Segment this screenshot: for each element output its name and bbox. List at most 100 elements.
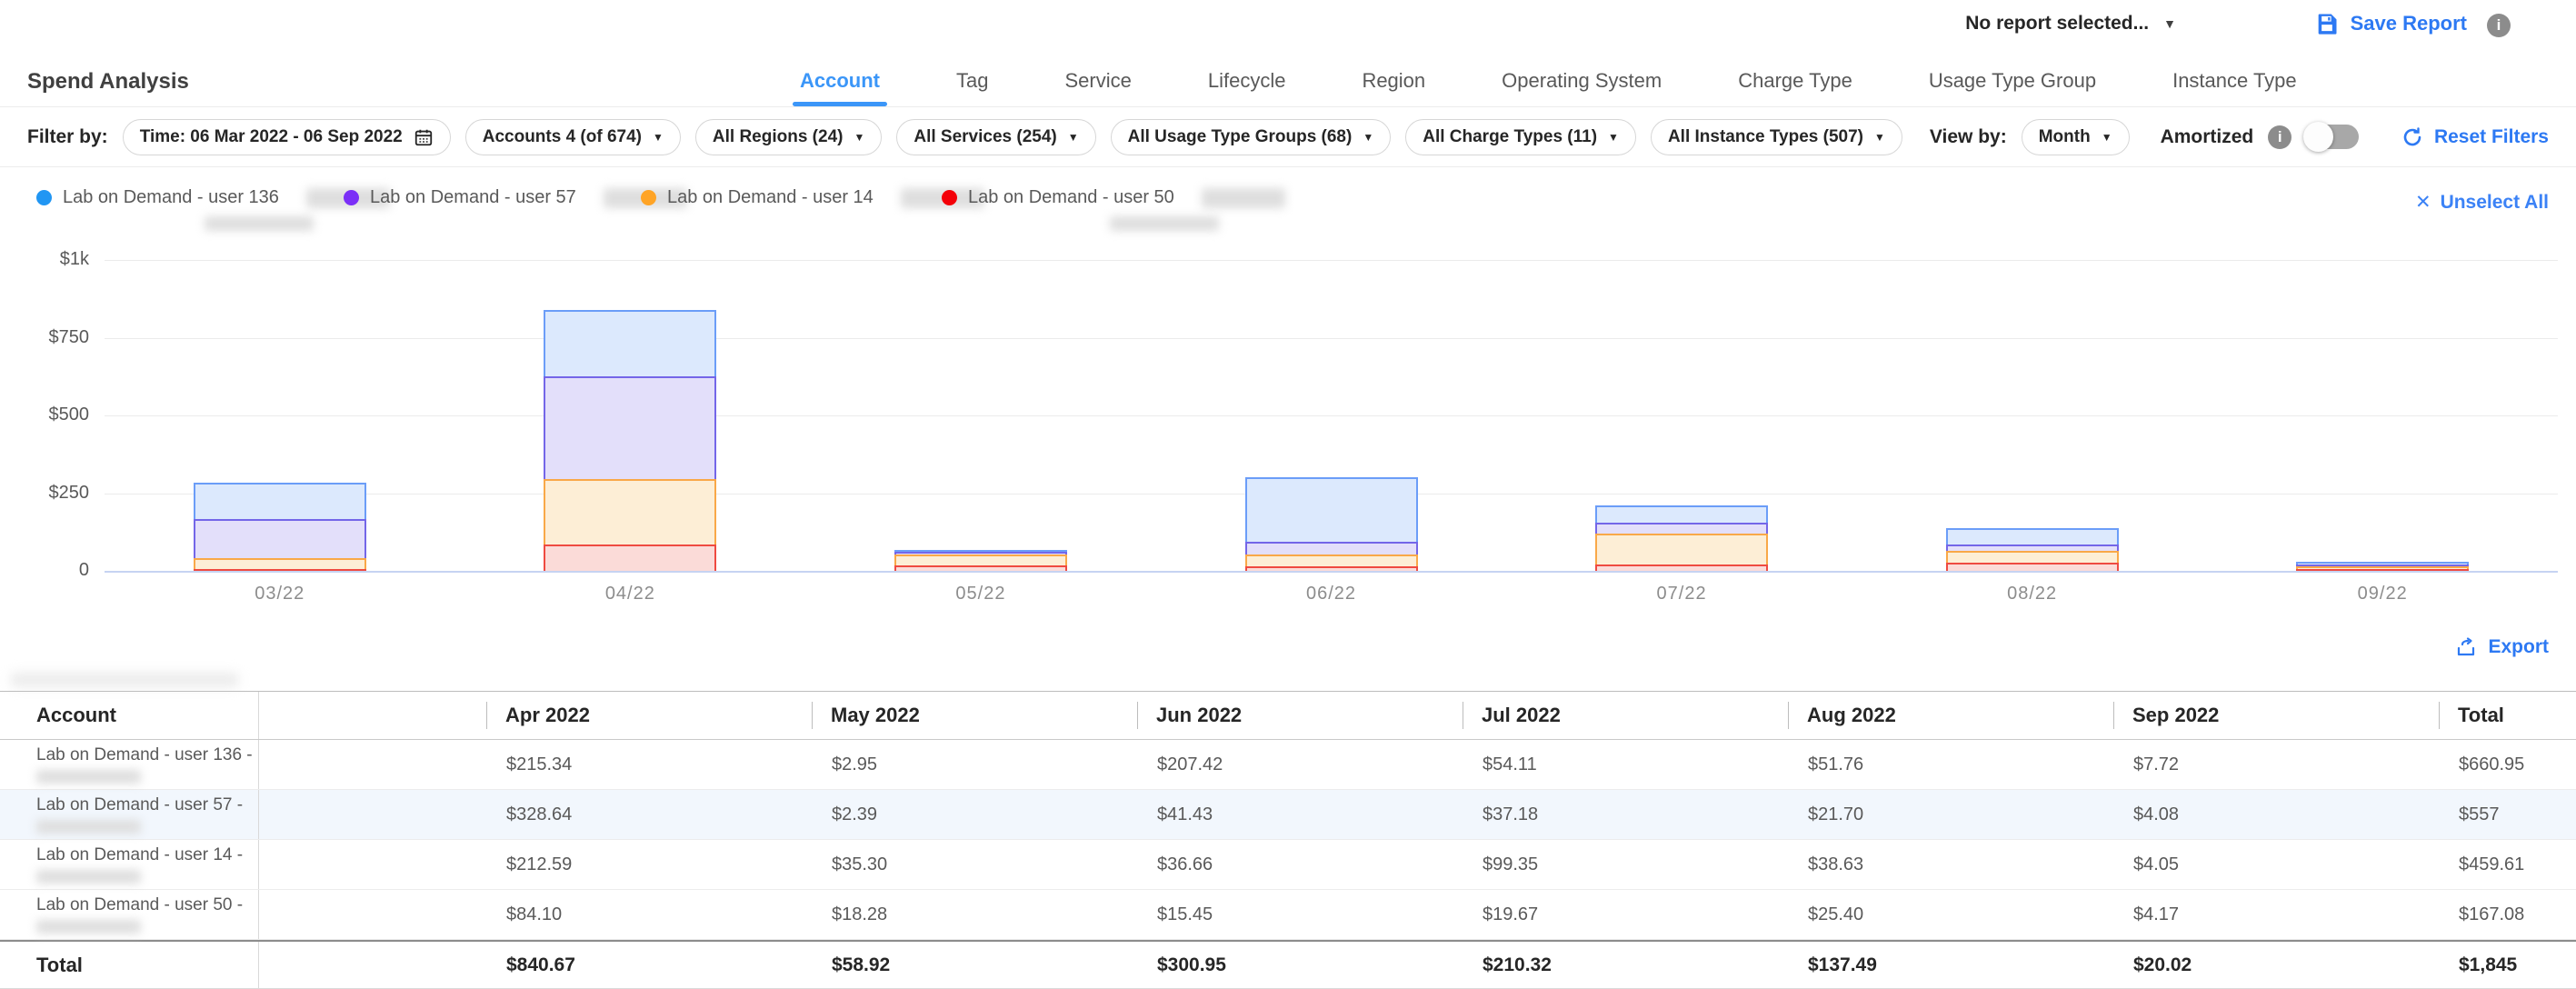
column-header: Total <box>2439 702 2576 729</box>
bar-segment[interactable] <box>544 310 716 377</box>
unselect-all-button[interactable]: ✕ Unselect All <box>2415 191 2549 214</box>
table-cell: $459.61 <box>2439 854 2576 875</box>
legend-color-dot <box>641 190 656 205</box>
filter-chip[interactable]: Accounts 4 (of 674) ▼ <box>465 119 681 155</box>
redacted-text <box>36 920 141 934</box>
save-icon <box>2314 11 2340 36</box>
table-cell: $328.64 <box>486 804 812 825</box>
filter-by-label: Filter by: <box>27 126 108 148</box>
table-cell: $25.40 <box>1788 904 2113 925</box>
table-cell: $212.59 <box>486 854 812 875</box>
report-selector-dropdown[interactable]: No report selected... ▼ <box>1965 13 2176 35</box>
filter-chip[interactable]: All Charge Types (11) ▼ <box>1405 119 1636 155</box>
bar-segment[interactable] <box>1245 477 1418 542</box>
bar-segment[interactable] <box>1245 554 1418 566</box>
chevron-down-icon: ▼ <box>2163 16 2176 31</box>
table-cell: $557 <box>2439 804 2576 825</box>
y-axis-tick: $500 <box>18 405 89 425</box>
legend-item[interactable]: Lab on Demand - user 136 <box>36 187 390 208</box>
bar-segment[interactable] <box>1245 542 1418 554</box>
reset-filters-button[interactable]: Reset Filters <box>2401 126 2549 148</box>
column-header: Jul 2022 <box>1463 702 1788 729</box>
tab-operating-system[interactable]: Operating System <box>1502 55 1662 106</box>
title-row: Spend Analysis Account Tag Service Lifecycl… <box>0 55 2576 107</box>
bar-segment[interactable] <box>1946 563 2119 571</box>
tab-region[interactable]: Region <box>1362 55 1425 106</box>
filter-chip[interactable]: All Services (254) ▼ <box>896 119 1095 155</box>
x-axis-tick: 05/22 <box>917 584 1044 604</box>
table-cell: $18.28 <box>812 904 1137 925</box>
export-button[interactable]: Export <box>2455 636 2549 658</box>
chevron-down-icon: ▼ <box>1874 131 1885 144</box>
reset-filters-label: Reset Filters <box>2434 126 2549 148</box>
spend-table: Account Apr 2022May 2022Jun 2022Jul 2022… <box>0 691 2576 989</box>
tab-instance-type[interactable]: Instance Type <box>2172 55 2297 106</box>
bar-segment[interactable] <box>194 569 366 572</box>
bar-segment[interactable] <box>1595 505 1768 523</box>
table-cell: $51.76 <box>1788 754 2113 775</box>
legend-item[interactable]: Lab on Demand - user 50 <box>942 187 1285 208</box>
save-report-button[interactable]: Save Report <box>2314 11 2467 36</box>
stacked-bar-07-22[interactable] <box>1595 505 1768 571</box>
stacked-bar-06-22[interactable] <box>1245 477 1418 571</box>
time-range-chip[interactable]: Time: 06 Mar 2022 - 06 Sep 2022 <box>123 119 451 155</box>
bar-segment[interactable] <box>1946 551 2119 563</box>
report-selector-label: No report selected... <box>1965 13 2149 35</box>
table-cell: $4.17 <box>2113 904 2439 925</box>
tab-tag[interactable]: Tag <box>956 55 988 106</box>
page-title: Spend Analysis <box>27 69 189 95</box>
bar-segment[interactable] <box>194 519 366 558</box>
amortized-info-icon[interactable]: i <box>2268 125 2291 149</box>
redacted-text <box>1110 216 1219 231</box>
table-cell: $38.63 <box>1788 854 2113 875</box>
bar-segment[interactable] <box>1946 544 2119 551</box>
bar-segment[interactable] <box>1245 566 1418 571</box>
redacted-text <box>36 870 141 884</box>
tab-charge-type[interactable]: Charge Type <box>1738 55 1852 106</box>
legend-item[interactable]: Lab on Demand - user 57 <box>344 187 687 208</box>
table-cell: $84.10 <box>486 904 812 925</box>
stacked-bar-08-22[interactable] <box>1946 528 2119 571</box>
bar-segment[interactable] <box>194 558 366 569</box>
account-name: Lab on Demand - user 50 - <box>36 895 258 915</box>
bar-segment[interactable] <box>544 479 716 545</box>
redacted-text <box>1202 188 1285 208</box>
x-axis-tick: 06/22 <box>1268 584 1395 604</box>
stacked-bar-09-22[interactable] <box>2296 562 2469 571</box>
bar-segment[interactable] <box>1946 528 2119 544</box>
bar-segment[interactable] <box>544 544 716 571</box>
amortized-toggle[interactable] <box>2306 125 2359 149</box>
legend-color-dot <box>36 190 52 205</box>
stacked-bar-04-22[interactable] <box>544 310 716 571</box>
save-report-info-icon[interactable]: i <box>2487 14 2511 37</box>
filter-chip[interactable]: All Regions (24) ▼ <box>695 119 882 155</box>
tab-service[interactable]: Service <box>1064 55 1131 106</box>
bar-segment[interactable] <box>1595 564 1768 571</box>
bar-segment[interactable] <box>1595 523 1768 534</box>
bar-segment[interactable] <box>894 565 1067 571</box>
stacked-bar-03-22[interactable] <box>194 483 366 571</box>
table-row: Lab on Demand - user 14 - $212.59$35.30$… <box>0 840 2576 890</box>
bar-segment[interactable] <box>544 376 716 478</box>
x-axis-tick: 07/22 <box>1618 584 1745 604</box>
bar-segment[interactable] <box>894 554 1067 565</box>
total-row-label: Total <box>36 954 258 977</box>
tab-lifecycle[interactable]: Lifecycle <box>1208 55 1286 106</box>
column-header: Aug 2022 <box>1788 702 2113 729</box>
table-cell: $58.92 <box>812 954 1137 976</box>
legend-item[interactable]: Lab on Demand - user 14 <box>641 187 984 208</box>
tab-usage-type-group[interactable]: Usage Type Group <box>1929 55 2096 106</box>
bar-segment[interactable] <box>194 483 366 519</box>
stacked-bar-05-22[interactable] <box>894 550 1067 571</box>
redacted-text <box>36 770 141 784</box>
filter-chip[interactable]: All Usage Type Groups (68) ▼ <box>1111 119 1392 155</box>
view-by-dropdown[interactable]: Month ▼ <box>2022 119 2130 155</box>
tab-account[interactable]: Account <box>800 55 880 106</box>
y-axis-tick: $750 <box>18 327 89 348</box>
view-by-label: View by: <box>1930 126 2007 148</box>
redacted-text <box>11 673 238 687</box>
filter-chip[interactable]: All Instance Types (507) ▼ <box>1651 119 1902 155</box>
bar-segment[interactable] <box>1595 534 1768 564</box>
x-axis-tick: 03/22 <box>216 584 344 604</box>
bar-segment[interactable] <box>2296 569 2469 572</box>
